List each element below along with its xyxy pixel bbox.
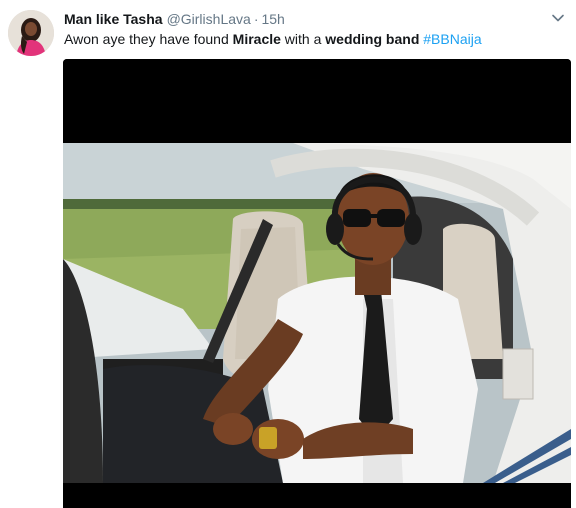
tweet-text: Awon aye they have found Miracle with a …: [64, 30, 566, 48]
tweet-text-part: Awon aye they have found: [64, 31, 233, 47]
hashtag-link[interactable]: #BBNaija: [423, 31, 481, 47]
tweet-header: Man like Tasha @GirlishLava · 15h: [64, 10, 536, 28]
chevron-down-icon[interactable]: [550, 10, 566, 26]
display-name[interactable]: Man like Tasha: [64, 11, 163, 27]
tweet-media-photo[interactable]: [63, 59, 571, 508]
tweet-text-part: with a: [280, 31, 326, 47]
tweet-text-bold-miracle: Miracle: [232, 31, 281, 47]
tweet-card: Man like Tasha @GirlishLava · 15h Awon aye …: [0, 0, 576, 508]
tweet-text-bold-wedding-band: wedding band: [325, 31, 420, 47]
avatar[interactable]: [8, 10, 54, 56]
avatar-image: [8, 10, 54, 56]
separator-dot: ·: [253, 11, 259, 27]
user-handle[interactable]: @GirlishLava: [167, 11, 251, 27]
timestamp[interactable]: 15h: [261, 11, 284, 27]
photo-pilot-in-cockpit: [63, 59, 571, 508]
